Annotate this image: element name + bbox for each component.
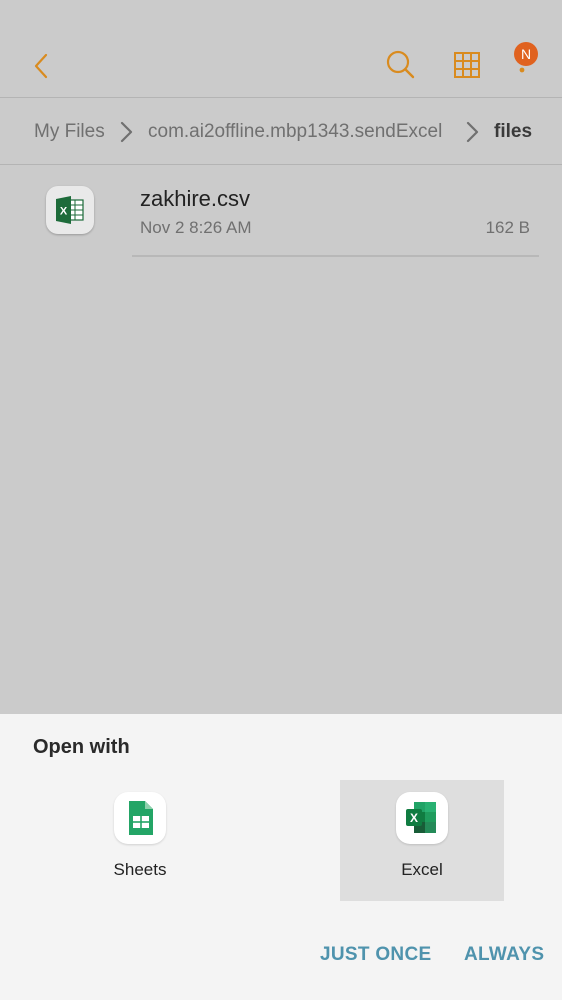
notification-badge: N	[514, 42, 538, 66]
svg-text:X: X	[410, 811, 418, 825]
breadcrumb-package-folder[interactable]: com.ai2offline.mbp1343.sendExcel	[148, 121, 442, 143]
file-date: Nov 2 8:26 AM	[140, 218, 252, 237]
app-label-excel: Excel	[401, 860, 443, 879]
breadcrumb-my-files[interactable]: My Files	[34, 121, 105, 143]
list-divider	[132, 255, 539, 257]
grid-view-button[interactable]	[450, 48, 484, 82]
breadcrumb-files[interactable]: files	[494, 121, 532, 143]
file-name: zakhire.csv	[140, 186, 251, 211]
search-button[interactable]	[382, 46, 420, 84]
sheet-title: Open with	[33, 736, 130, 758]
chevron-right-icon	[120, 121, 133, 143]
file-size: 162 B	[485, 218, 530, 237]
breadcrumb-divider	[0, 164, 562, 165]
chevron-left-icon	[34, 53, 48, 79]
google-sheets-icon	[114, 792, 166, 844]
excel-file-icon: X	[46, 186, 94, 234]
excel-icon: X	[396, 792, 448, 844]
search-icon	[386, 50, 415, 79]
app-label-sheets: Sheets	[113, 860, 167, 879]
always-button[interactable]: ALWAYS	[464, 944, 544, 966]
chevron-right-icon	[466, 121, 479, 143]
back-button[interactable]	[22, 44, 62, 88]
svg-text:X: X	[60, 206, 68, 218]
just-once-button[interactable]: JUST ONCE	[320, 944, 431, 966]
grid-view-icon	[454, 52, 480, 78]
